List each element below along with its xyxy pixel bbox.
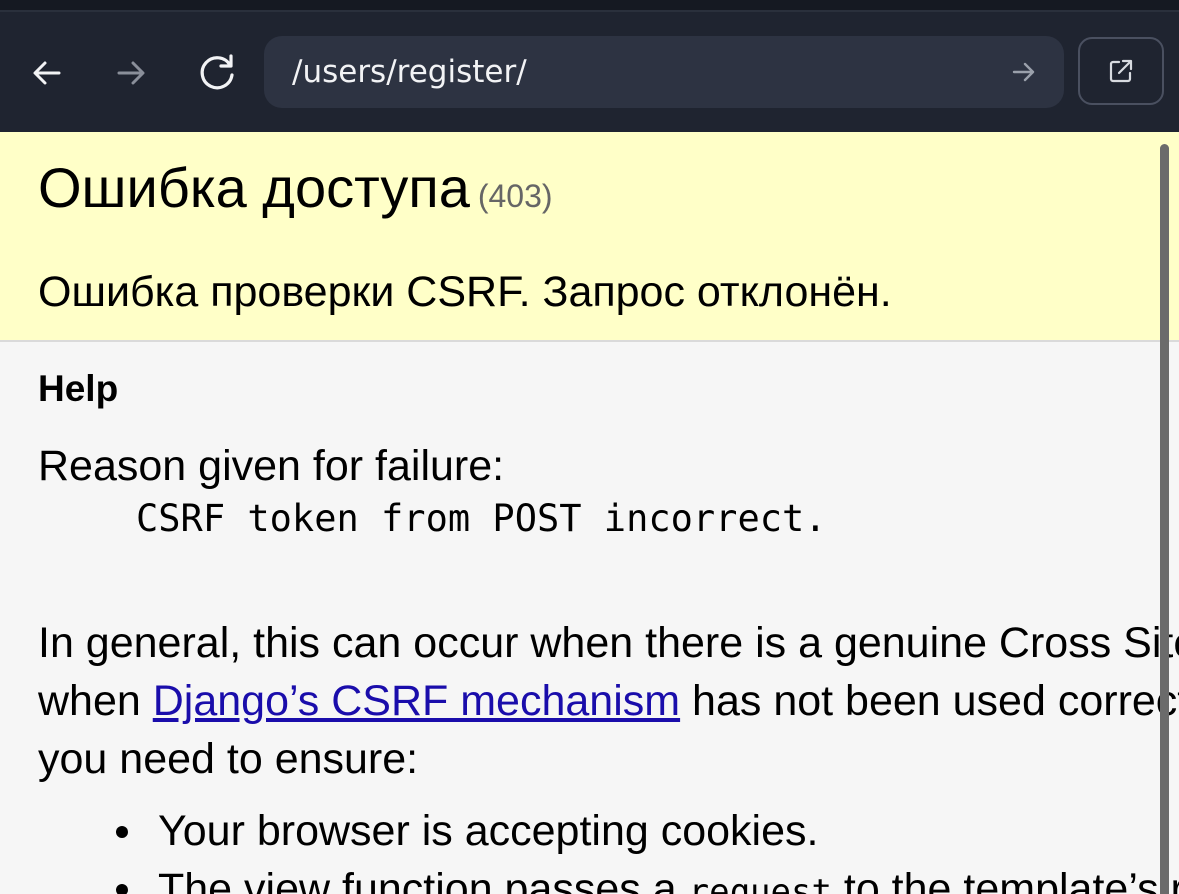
arrow-right-icon	[1012, 62, 1035, 82]
go-button[interactable]	[1004, 52, 1044, 92]
error-code: (403)	[477, 178, 553, 214]
reload-button[interactable]	[190, 46, 244, 100]
list-item: Your browser is accepting cookies.	[38, 802, 1179, 860]
arrow-right-icon	[117, 61, 145, 85]
list-item-text: The view function passes a	[158, 865, 689, 894]
inline-code: request	[688, 872, 832, 894]
address-bar[interactable]: /users/register/	[264, 36, 1064, 108]
error-title-text: Ошибка доступа	[38, 156, 470, 219]
help-paragraph-line2-start: when	[38, 677, 153, 725]
reason-value: CSRF token from POST incorrect.	[136, 497, 827, 540]
reload-icon	[200, 54, 234, 90]
csrf-docs-link[interactable]: Django’s CSRF mechanism	[153, 677, 680, 725]
help-heading: Help	[38, 368, 119, 409]
open-external-button[interactable]	[1078, 37, 1164, 105]
help-paragraph-line1: In general, this can occur when there is…	[38, 619, 1179, 667]
forward-button[interactable]	[104, 46, 158, 100]
requirements-list: Your browser is accepting cookies. The v…	[38, 802, 1179, 894]
error-message: Ошибка проверки CSRF. Запрос отклонён.	[38, 268, 892, 316]
list-item: The view function passes a request to th…	[38, 860, 1179, 894]
list-item-text: to the template’s render method.	[843, 865, 1179, 894]
list-item-text: Your browser is accepting cookies.	[158, 807, 819, 855]
external-link-icon	[1109, 59, 1133, 83]
help-paragraph-line2-end: has not been used correctly. For POST fo…	[692, 677, 1179, 725]
error-title: Ошибка доступа (403)	[38, 154, 553, 230]
help-paragraph-line3: you need to ensure:	[38, 735, 419, 783]
toolbar-top-border	[0, 10, 1179, 12]
url-text[interactable]: /users/register/	[292, 36, 527, 108]
help-paragraph: In general, this can occur when there is…	[38, 614, 1179, 788]
page-content: Ошибка доступа (403) Ошибка проверки CSRF…	[0, 132, 1179, 894]
error-summary: Ошибка доступа (403) Ошибка проверки CSRF…	[0, 132, 1179, 342]
back-button[interactable]	[20, 46, 74, 100]
browser-toolbar: /users/register/	[0, 0, 1179, 132]
reason-label: Reason given for failure:	[38, 442, 505, 490]
arrow-left-icon	[33, 61, 61, 85]
scrollbar[interactable]	[1160, 144, 1169, 894]
